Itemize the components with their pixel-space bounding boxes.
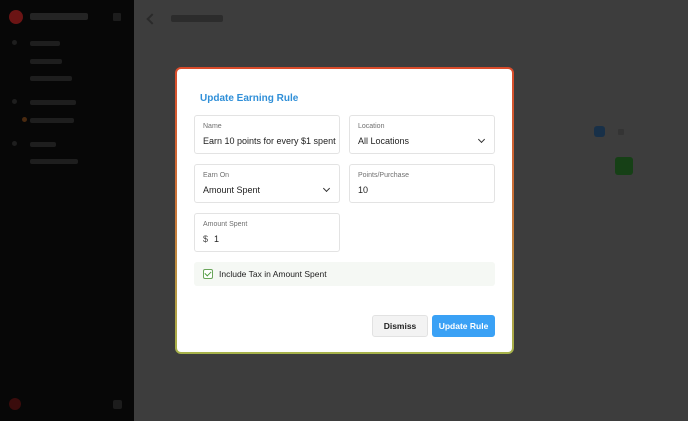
footer-logo: [9, 398, 21, 410]
sidebar-item[interactable]: [30, 59, 62, 64]
include-tax-row[interactable]: Include Tax in Amount Spent: [194, 262, 495, 286]
nav-group-icon: [12, 141, 17, 146]
name-label: Name: [203, 123, 222, 130]
include-tax-checkbox[interactable]: [203, 269, 213, 279]
earn-on-value: Amount Spent: [203, 185, 261, 195]
page-title: [171, 15, 223, 22]
include-tax-label: Include Tax in Amount Spent: [219, 269, 327, 279]
nav-group-label: [30, 142, 56, 147]
earn-on-select[interactable]: Earn On Amount Spent: [194, 164, 340, 203]
modal-title: Update Earning Rule: [200, 93, 299, 104]
sidebar-item[interactable]: [30, 76, 72, 81]
active-indicator: [22, 117, 27, 122]
points-purchase-label: Points/Purchase: [358, 172, 409, 179]
nav-group-icon: [12, 99, 17, 104]
sidebar: [0, 0, 134, 421]
location-label: Location: [358, 123, 385, 130]
name-field[interactable]: Name Earn 10 points for every $1 spent: [194, 115, 340, 154]
back-arrow-icon[interactable]: [146, 13, 158, 25]
location-value: All Locations: [358, 136, 410, 146]
more-icon[interactable]: [618, 129, 624, 135]
points-purchase-value: 10: [358, 185, 369, 195]
checkmark-icon: [204, 269, 212, 277]
location-select[interactable]: Location All Locations: [349, 115, 495, 154]
nav-group-label: [30, 100, 76, 105]
currency-prefix: $: [203, 234, 209, 244]
dismiss-button[interactable]: Dismiss: [372, 315, 428, 337]
amount-spent-label: Amount Spent: [203, 221, 248, 228]
app-logo: [9, 10, 23, 24]
amount-spent-field[interactable]: Amount Spent $ 1: [194, 213, 340, 252]
amount-spent-value: 1: [214, 234, 220, 244]
chevron-down-icon: [322, 184, 331, 193]
modal-frame: Update Earning Rule Name Earn 10 points …: [175, 67, 514, 354]
collapse-sidebar-icon[interactable]: [113, 13, 121, 21]
name-value: Earn 10 points for every $1 spent: [203, 136, 336, 146]
sidebar-item[interactable]: [30, 159, 78, 164]
update-earning-rule-modal: Update Earning Rule Name Earn 10 points …: [177, 69, 512, 352]
update-rule-button[interactable]: Update Rule: [432, 315, 495, 337]
settings-icon[interactable]: [113, 400, 122, 409]
sidebar-item[interactable]: [30, 118, 74, 123]
nav-group-icon: [12, 40, 17, 45]
points-purchase-field[interactable]: Points/Purchase 10: [349, 164, 495, 203]
add-button[interactable]: [615, 157, 633, 175]
nav-group-label: [30, 41, 60, 46]
chevron-down-icon: [477, 135, 486, 144]
edit-button[interactable]: [594, 126, 605, 137]
earn-on-label: Earn On: [203, 172, 230, 179]
brand-name: [30, 13, 88, 20]
